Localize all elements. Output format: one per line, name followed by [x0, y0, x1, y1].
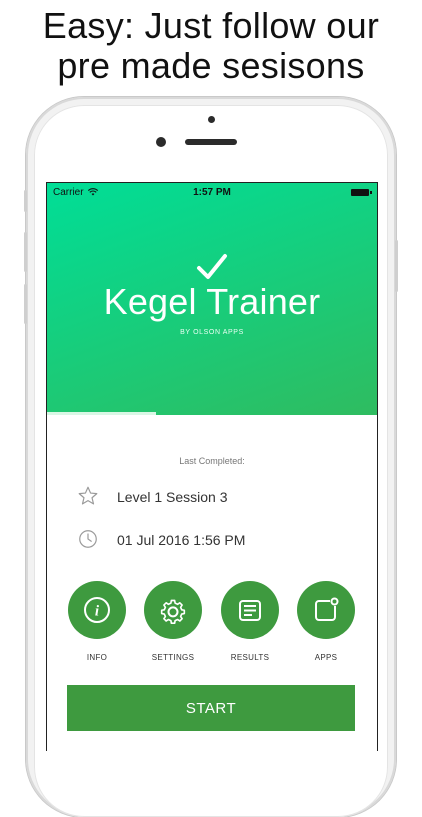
info-button[interactable]: i INFO [67, 581, 127, 662]
settings-label: SETTINGS [151, 653, 195, 662]
promo-headline-line2: pre made sesisons [57, 45, 365, 86]
gear-icon [160, 599, 186, 625]
last-completed-label: Last Completed: [179, 456, 245, 466]
battery-icon [351, 189, 372, 196]
promo-headline: Easy: Just follow our pre made sesisons [0, 0, 422, 86]
info-icon: i [84, 597, 110, 623]
volume-up-button [24, 232, 27, 272]
settings-button[interactable]: SETTINGS [143, 581, 203, 662]
star-icon [78, 486, 98, 505]
results-label: RESULTS [230, 653, 270, 662]
checkmark-icon [197, 254, 227, 279]
apps-button[interactable]: APPS [296, 581, 356, 662]
info-button-circle[interactable]: i [68, 581, 126, 639]
status-time: 1:57 PM [193, 187, 231, 198]
last-datetime-row: 01 Jul 2016 1:56 PM [77, 528, 367, 552]
apps-label: APPS [314, 653, 338, 662]
app-title: Kegel Trainer [103, 281, 321, 322]
clock-icon [79, 530, 97, 548]
apps-button-circle[interactable] [297, 581, 355, 639]
info-label: INFO [86, 653, 108, 662]
svg-text:i: i [95, 604, 100, 620]
power-button [395, 240, 398, 292]
earpiece-speaker [185, 139, 237, 145]
last-session-row: Level 1 Session 3 [77, 485, 367, 509]
action-buttons: i INFO SETTINGS RESULTS APPS [47, 581, 377, 671]
results-button-circle[interactable] [221, 581, 279, 639]
results-button[interactable]: RESULTS [220, 581, 280, 662]
volume-down-button [24, 284, 27, 324]
promo-headline-line1: Easy: Just follow our [42, 5, 380, 46]
app-byline: BY OLSON APPS [180, 329, 244, 336]
proximity-sensor [208, 116, 215, 123]
session-progress-bar [47, 412, 156, 415]
apps-icon [315, 597, 339, 621]
phone-screen: Carrier 1:57 PM Kegel Trainer BY OLSON A… [46, 182, 378, 751]
last-session-name: Level 1 Session 3 [117, 489, 228, 505]
hero-header: Carrier 1:57 PM Kegel Trainer BY OLSON A… [47, 183, 377, 415]
settings-button-circle[interactable] [144, 581, 202, 639]
front-camera [156, 137, 166, 147]
status-bar: Carrier 1:57 PM [47, 183, 377, 203]
mute-switch [24, 190, 27, 212]
last-session-datetime: 01 Jul 2016 1:56 PM [117, 532, 246, 548]
start-button[interactable]: START [67, 685, 355, 731]
results-icon [239, 600, 261, 621]
